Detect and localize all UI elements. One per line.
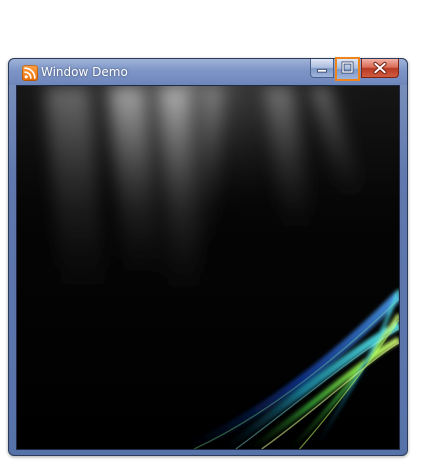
maximize-button[interactable] [335, 57, 360, 81]
title-bar[interactable]: Window Demo [9, 57, 407, 85]
aurora-wallpaper [17, 86, 399, 449]
window-content [16, 85, 400, 450]
rss-feed-icon[interactable] [22, 65, 38, 81]
maximize-icon [341, 61, 354, 74]
app-window: Window Demo [8, 57, 408, 456]
window-title: Window Demo [41, 65, 128, 79]
close-button[interactable] [361, 59, 399, 78]
minimize-icon [316, 68, 328, 73]
close-icon [373, 61, 387, 75]
minimize-button[interactable] [310, 59, 334, 78]
